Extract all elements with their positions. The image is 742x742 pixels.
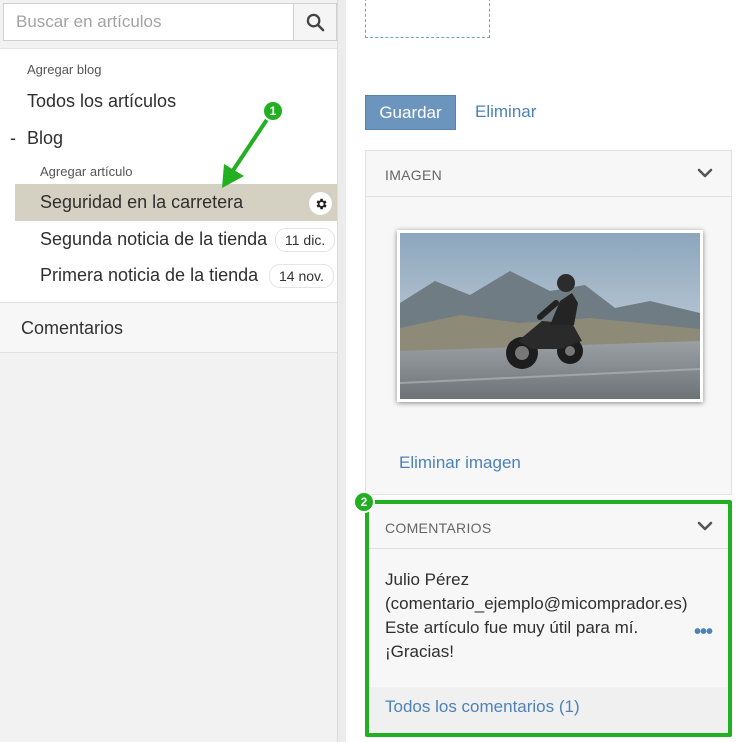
sidebar: Agregar blog Todos los artículos - Blog … <box>0 0 338 742</box>
step-badge-1: 1 <box>262 100 284 122</box>
article-image <box>397 230 703 402</box>
comments-panel: COMENTARIOS Julio Pérez (comentario_ejem… <box>365 500 732 737</box>
article-item[interactable]: Segunda noticia de la tienda <box>40 229 267 250</box>
comments-panel-title: COMENTARIOS <box>385 520 492 536</box>
blog-node[interactable]: Blog <box>27 128 63 149</box>
comment-body: Este artículo fue muy útil para mí. <box>385 618 639 637</box>
comments-nav-label: Comentarios <box>21 318 124 338</box>
comments-nav-item[interactable]: Comentarios <box>0 302 337 353</box>
chevron-down-icon[interactable] <box>697 518 713 534</box>
panel-divider[interactable] <box>338 0 346 742</box>
article-title: Seguridad en la carretera <box>40 192 244 212</box>
image-panel: IMAGEN Eliminar imagen <box>365 150 732 495</box>
search-button[interactable] <box>293 3 337 41</box>
save-button[interactable]: Guardar <box>365 95 456 130</box>
article-item[interactable]: Primera noticia de la tienda <box>40 265 258 286</box>
comments-panel-header[interactable]: COMENTARIOS <box>369 504 728 549</box>
all-comments-link[interactable]: Todos los comentarios (1) <box>385 697 580 717</box>
all-articles-link[interactable]: Todos los artículos <box>27 91 176 112</box>
comment-email: (comentario_ejemplo@micomprador.es) <box>385 594 688 613</box>
add-blog-link[interactable]: Agregar blog <box>27 62 101 77</box>
motorcycle-photo <box>400 233 700 399</box>
add-article-link[interactable]: Agregar artículo <box>40 164 133 179</box>
blog-collapse-toggle[interactable]: - <box>10 128 16 149</box>
gear-icon <box>316 198 327 209</box>
date-badge: 11 dic. <box>275 228 336 252</box>
delete-link[interactable]: Eliminar <box>475 102 536 122</box>
search-input[interactable] <box>3 3 293 41</box>
article-item-selected[interactable]: Seguridad en la carretera <box>15 184 337 221</box>
chevron-down-icon[interactable] <box>697 165 713 181</box>
step-badge-2: 2 <box>353 491 375 513</box>
drop-zone[interactable] <box>365 0 490 38</box>
gear-button[interactable] <box>309 192 332 215</box>
comment-author: Julio Pérez <box>385 570 470 589</box>
image-panel-header[interactable]: IMAGEN <box>366 151 731 197</box>
image-panel-title: IMAGEN <box>385 167 443 183</box>
search-bar <box>3 3 337 41</box>
date-badge: 14 nov. <box>269 264 334 288</box>
more-options-icon[interactable]: ••• <box>694 621 713 644</box>
remove-image-link[interactable]: Eliminar imagen <box>399 453 521 473</box>
comment-body: ¡Gracias! <box>385 642 454 661</box>
search-icon <box>306 13 324 31</box>
